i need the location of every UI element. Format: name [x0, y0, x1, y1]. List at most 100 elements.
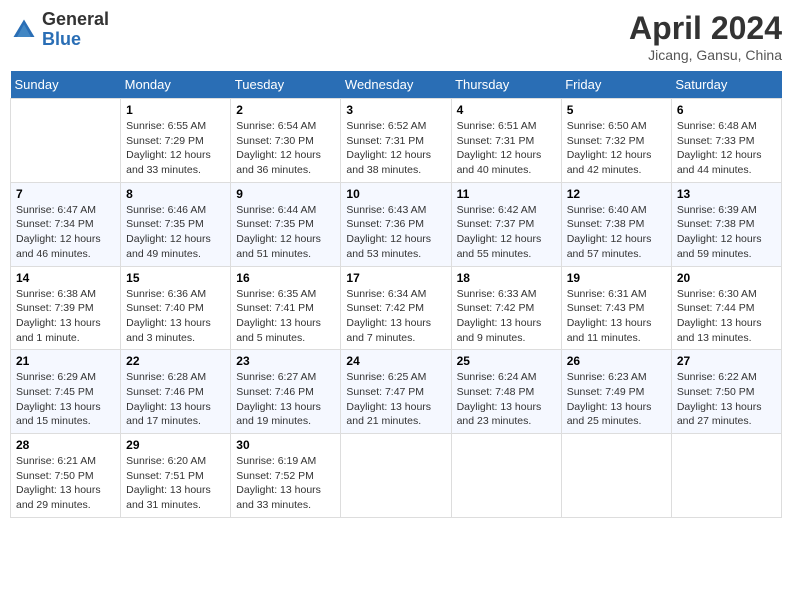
calendar-cell: 30 Sunrise: 6:19 AMSunset: 7:52 PMDaylig…	[231, 434, 341, 518]
logo-text: General Blue	[42, 10, 109, 50]
cell-text: Sunrise: 6:38 AMSunset: 7:39 PMDaylight:…	[16, 288, 101, 344]
cell-text: Sunrise: 6:19 AMSunset: 7:52 PMDaylight:…	[236, 455, 321, 511]
day-number: 6	[677, 103, 776, 117]
cell-text: Sunrise: 6:25 AMSunset: 7:47 PMDaylight:…	[346, 371, 431, 427]
calendar-cell: 18 Sunrise: 6:33 AMSunset: 7:42 PMDaylig…	[451, 266, 561, 350]
cell-text: Sunrise: 6:42 AMSunset: 7:37 PMDaylight:…	[457, 204, 542, 260]
cell-text: Sunrise: 6:47 AMSunset: 7:34 PMDaylight:…	[16, 204, 101, 260]
cell-text: Sunrise: 6:40 AMSunset: 7:38 PMDaylight:…	[567, 204, 652, 260]
header: General Blue April 2024 Jicang, Gansu, C…	[10, 10, 782, 63]
calendar-cell: 20 Sunrise: 6:30 AMSunset: 7:44 PMDaylig…	[671, 266, 781, 350]
logo-general-text: General	[42, 10, 109, 30]
day-number: 30	[236, 438, 335, 452]
cell-text: Sunrise: 6:20 AMSunset: 7:51 PMDaylight:…	[126, 455, 211, 511]
day-number: 28	[16, 438, 115, 452]
logo-icon	[10, 16, 38, 44]
day-number: 22	[126, 354, 225, 368]
calendar-week-2: 7 Sunrise: 6:47 AMSunset: 7:34 PMDayligh…	[11, 182, 782, 266]
logo: General Blue	[10, 10, 109, 50]
calendar-cell: 24 Sunrise: 6:25 AMSunset: 7:47 PMDaylig…	[341, 350, 451, 434]
cell-text: Sunrise: 6:27 AMSunset: 7:46 PMDaylight:…	[236, 371, 321, 427]
calendar-cell: 15 Sunrise: 6:36 AMSunset: 7:40 PMDaylig…	[121, 266, 231, 350]
main-title: April 2024	[629, 10, 782, 47]
cell-text: Sunrise: 6:50 AMSunset: 7:32 PMDaylight:…	[567, 120, 652, 176]
day-number: 4	[457, 103, 556, 117]
cell-text: Sunrise: 6:23 AMSunset: 7:49 PMDaylight:…	[567, 371, 652, 427]
calendar-cell: 11 Sunrise: 6:42 AMSunset: 7:37 PMDaylig…	[451, 182, 561, 266]
calendar-cell: 14 Sunrise: 6:38 AMSunset: 7:39 PMDaylig…	[11, 266, 121, 350]
day-number: 23	[236, 354, 335, 368]
logo-blue-text: Blue	[42, 30, 109, 50]
day-number: 13	[677, 187, 776, 201]
cell-text: Sunrise: 6:31 AMSunset: 7:43 PMDaylight:…	[567, 288, 652, 344]
calendar-cell: 29 Sunrise: 6:20 AMSunset: 7:51 PMDaylig…	[121, 434, 231, 518]
day-number: 25	[457, 354, 556, 368]
calendar-cell: 16 Sunrise: 6:35 AMSunset: 7:41 PMDaylig…	[231, 266, 341, 350]
day-number: 9	[236, 187, 335, 201]
cell-text: Sunrise: 6:21 AMSunset: 7:50 PMDaylight:…	[16, 455, 101, 511]
cell-text: Sunrise: 6:22 AMSunset: 7:50 PMDaylight:…	[677, 371, 762, 427]
calendar-cell: 6 Sunrise: 6:48 AMSunset: 7:33 PMDayligh…	[671, 99, 781, 183]
day-header-friday: Friday	[561, 71, 671, 99]
calendar-cell: 28 Sunrise: 6:21 AMSunset: 7:50 PMDaylig…	[11, 434, 121, 518]
calendar-cell	[451, 434, 561, 518]
cell-text: Sunrise: 6:33 AMSunset: 7:42 PMDaylight:…	[457, 288, 542, 344]
day-header-monday: Monday	[121, 71, 231, 99]
calendar-cell: 21 Sunrise: 6:29 AMSunset: 7:45 PMDaylig…	[11, 350, 121, 434]
calendar-cell: 17 Sunrise: 6:34 AMSunset: 7:42 PMDaylig…	[341, 266, 451, 350]
day-number: 12	[567, 187, 666, 201]
calendar-week-5: 28 Sunrise: 6:21 AMSunset: 7:50 PMDaylig…	[11, 434, 782, 518]
calendar-body: 1 Sunrise: 6:55 AMSunset: 7:29 PMDayligh…	[11, 99, 782, 518]
calendar-cell: 1 Sunrise: 6:55 AMSunset: 7:29 PMDayligh…	[121, 99, 231, 183]
calendar-cell	[561, 434, 671, 518]
cell-text: Sunrise: 6:48 AMSunset: 7:33 PMDaylight:…	[677, 120, 762, 176]
day-header-thursday: Thursday	[451, 71, 561, 99]
cell-text: Sunrise: 6:55 AMSunset: 7:29 PMDaylight:…	[126, 120, 211, 176]
calendar-cell: 19 Sunrise: 6:31 AMSunset: 7:43 PMDaylig…	[561, 266, 671, 350]
cell-text: Sunrise: 6:28 AMSunset: 7:46 PMDaylight:…	[126, 371, 211, 427]
calendar-cell: 4 Sunrise: 6:51 AMSunset: 7:31 PMDayligh…	[451, 99, 561, 183]
calendar-cell: 3 Sunrise: 6:52 AMSunset: 7:31 PMDayligh…	[341, 99, 451, 183]
cell-text: Sunrise: 6:44 AMSunset: 7:35 PMDaylight:…	[236, 204, 321, 260]
cell-text: Sunrise: 6:29 AMSunset: 7:45 PMDaylight:…	[16, 371, 101, 427]
days-header-row: SundayMondayTuesdayWednesdayThursdayFrid…	[11, 71, 782, 99]
day-number: 10	[346, 187, 445, 201]
day-number: 2	[236, 103, 335, 117]
day-number: 1	[126, 103, 225, 117]
calendar-cell: 13 Sunrise: 6:39 AMSunset: 7:38 PMDaylig…	[671, 182, 781, 266]
cell-text: Sunrise: 6:35 AMSunset: 7:41 PMDaylight:…	[236, 288, 321, 344]
calendar-cell: 27 Sunrise: 6:22 AMSunset: 7:50 PMDaylig…	[671, 350, 781, 434]
day-number: 5	[567, 103, 666, 117]
calendar-cell: 7 Sunrise: 6:47 AMSunset: 7:34 PMDayligh…	[11, 182, 121, 266]
calendar-cell	[671, 434, 781, 518]
day-header-wednesday: Wednesday	[341, 71, 451, 99]
subtitle: Jicang, Gansu, China	[629, 47, 782, 63]
day-number: 7	[16, 187, 115, 201]
day-header-sunday: Sunday	[11, 71, 121, 99]
calendar-cell: 8 Sunrise: 6:46 AMSunset: 7:35 PMDayligh…	[121, 182, 231, 266]
day-number: 15	[126, 271, 225, 285]
day-number: 18	[457, 271, 556, 285]
calendar-cell: 5 Sunrise: 6:50 AMSunset: 7:32 PMDayligh…	[561, 99, 671, 183]
cell-text: Sunrise: 6:54 AMSunset: 7:30 PMDaylight:…	[236, 120, 321, 176]
calendar-cell: 23 Sunrise: 6:27 AMSunset: 7:46 PMDaylig…	[231, 350, 341, 434]
cell-text: Sunrise: 6:24 AMSunset: 7:48 PMDaylight:…	[457, 371, 542, 427]
day-number: 14	[16, 271, 115, 285]
day-number: 26	[567, 354, 666, 368]
calendar-cell	[341, 434, 451, 518]
day-number: 21	[16, 354, 115, 368]
day-number: 17	[346, 271, 445, 285]
cell-text: Sunrise: 6:46 AMSunset: 7:35 PMDaylight:…	[126, 204, 211, 260]
day-number: 16	[236, 271, 335, 285]
calendar-cell: 9 Sunrise: 6:44 AMSunset: 7:35 PMDayligh…	[231, 182, 341, 266]
day-number: 27	[677, 354, 776, 368]
calendar-week-1: 1 Sunrise: 6:55 AMSunset: 7:29 PMDayligh…	[11, 99, 782, 183]
day-number: 19	[567, 271, 666, 285]
day-number: 8	[126, 187, 225, 201]
cell-text: Sunrise: 6:39 AMSunset: 7:38 PMDaylight:…	[677, 204, 762, 260]
day-header-saturday: Saturday	[671, 71, 781, 99]
cell-text: Sunrise: 6:43 AMSunset: 7:36 PMDaylight:…	[346, 204, 431, 260]
calendar-cell: 10 Sunrise: 6:43 AMSunset: 7:36 PMDaylig…	[341, 182, 451, 266]
calendar-cell: 26 Sunrise: 6:23 AMSunset: 7:49 PMDaylig…	[561, 350, 671, 434]
calendar-cell: 2 Sunrise: 6:54 AMSunset: 7:30 PMDayligh…	[231, 99, 341, 183]
